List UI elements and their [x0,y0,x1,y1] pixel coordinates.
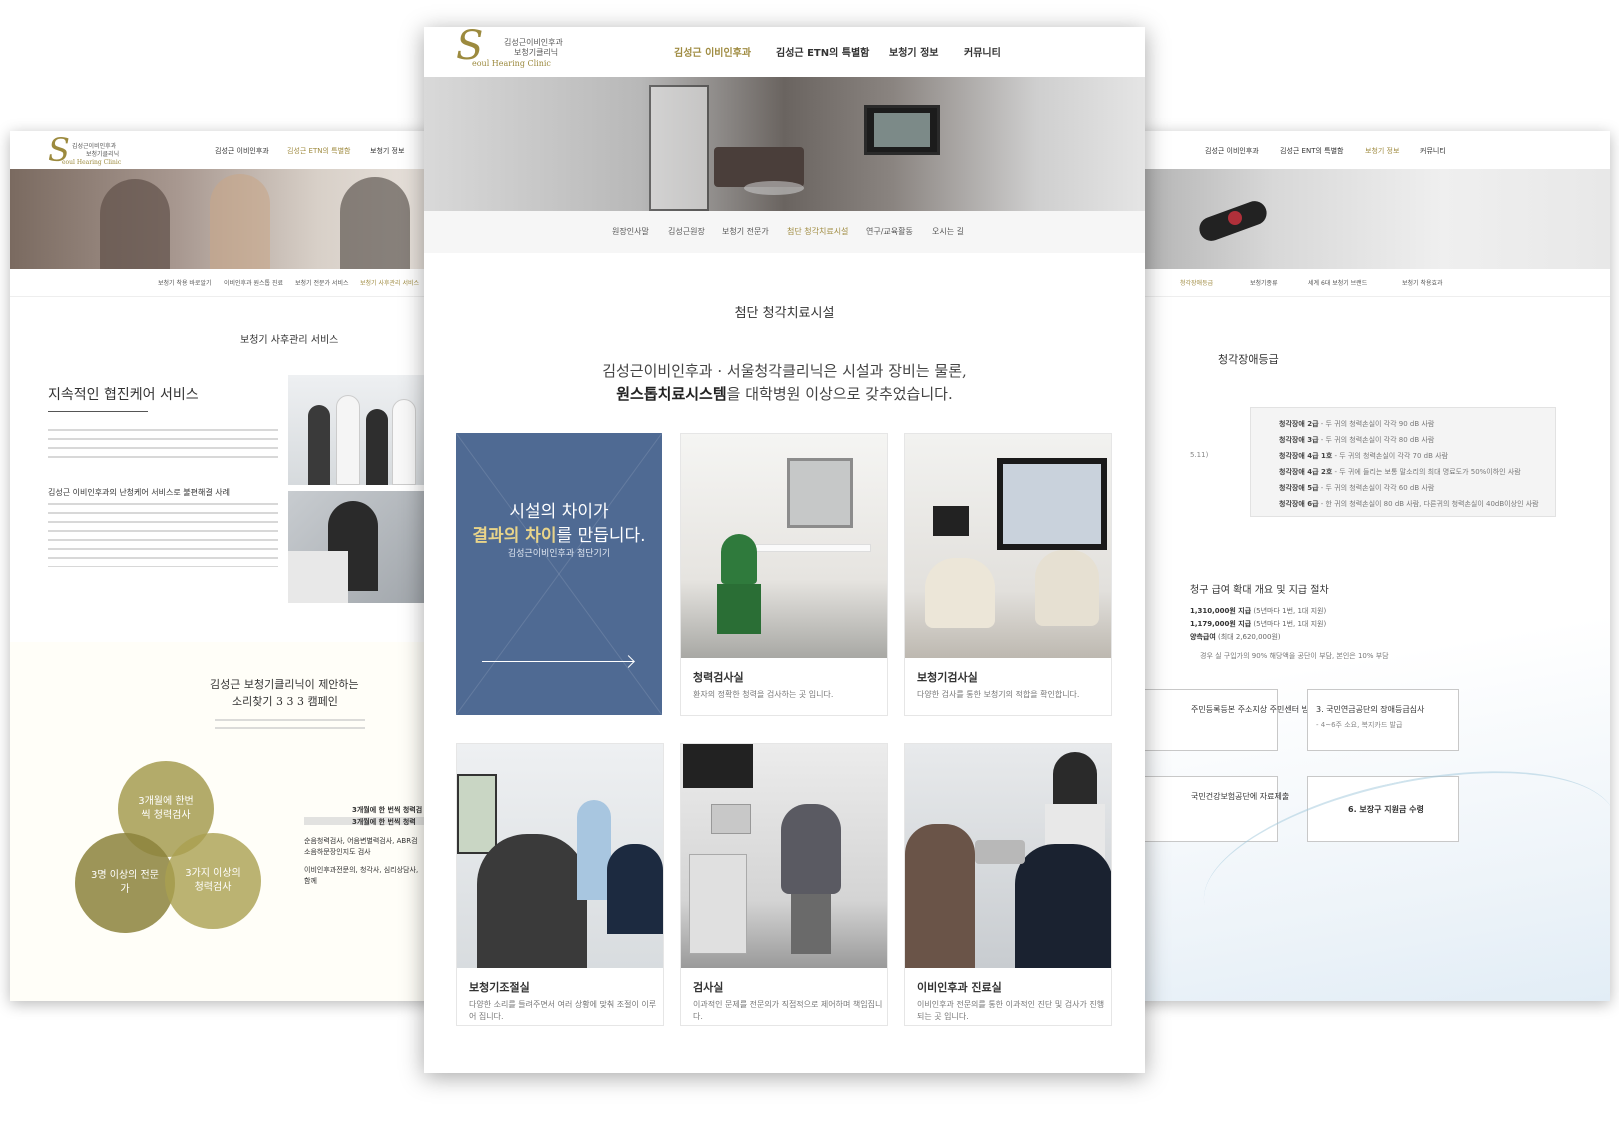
circle-3experts: 3명 이상의 전문가 [75,833,175,933]
card-desc: 이과적인 문제를 전문의가 직접적으로 제어하며 책임집니다. [693,1000,883,1021]
subnav-item[interactable]: 원장인사말 [612,226,649,237]
campaign-bold-line2: 3개월에 한 번씩 청력 [352,818,416,826]
subnav-item[interactable]: 보청기종류 [1250,278,1278,287]
nav-community[interactable]: 커뮤니티 [964,44,1001,59]
card-title: 청력검사실 [693,671,744,684]
facility-card[interactable]: 검사실 이과적인 문제를 전문의가 직접적으로 제어하며 책임집니다. [680,743,888,1026]
card-title: 검사실 [693,981,724,994]
right-section-title: 청각장애등급 [1218,353,1279,366]
left-case-heading: 김성근 이비인후과의 난청케어 서비스로 불편해결 사례 [48,488,230,497]
subnav-item[interactable]: 연구/교육활동 [866,226,913,237]
logo-en: eoul Hearing Clinic [62,159,122,166]
level-row: 청각장애 4급 1호 - 두 귀의 청력손실이 각각 70 dB 사람 [1279,452,1449,460]
facility-card[interactable]: 보청기조절실 다양한 소리를 들려주면서 여러 상황에 맞춰 조절이 이루어 집… [456,743,664,1026]
circle-3tests: 3가지 이상의 청력검사 [165,833,261,929]
fitting-room-photo [457,744,663,968]
subnav-item[interactable]: 김성근원장 [668,226,705,237]
disability-level-box: 청각장애 2급 - 두 귀의 청력손실이 각각 90 dB 사람 청각장애 3급… [1250,407,1556,517]
level-row: 청각장애 4급 2호 - 두 귀에 들리는 보통 말소리의 최대 명료도가 50… [1279,468,1521,476]
amount-footer: 경우 실 구입가의 90% 해당액을 공단이 부담, 본인은 10% 부담 [1200,652,1389,660]
logo-en: eoul Hearing Clinic [472,59,551,68]
facility-banner: 시설의 차이가 결과의 차이를 만듭니다. 김성근이비인후과 첨단기기 [456,433,662,715]
center-page-preview: S 김성근이비인후과 보청기클리닉 eoul Hearing Clinic 김성… [424,27,1145,1073]
center-logo[interactable]: S 김성근이비인후과 보청기클리닉 eoul Hearing Clinic [456,27,566,73]
facility-card[interactable]: 청력검사실 환자의 정확한 청력을 검사하는 곳 입니다. [680,433,888,716]
center-header: S 김성근이비인후과 보청기클리닉 eoul Hearing Clinic 김성… [424,27,1145,77]
center-subnav: 원장인사말 김성근원장 보청기 전문가 첨단 청각치료시설 연구/교육활동 오시… [424,211,1145,253]
left-heading: 지속적인 협진케어 서비스 [48,387,199,403]
hearing-aid-test-room-photo [905,434,1111,658]
subnav-item-active[interactable]: 첨단 청각치료시설 [787,226,848,237]
subnav-item[interactable]: 보청기 전문가 [722,226,769,237]
banner-diagonal-lines [456,433,662,715]
card-desc: 환자의 정확한 청력을 검사하는 곳 입니다. [693,690,834,699]
card-title: 보청기조절실 [469,981,530,994]
subnav-item-active[interactable]: 보청기 사후관리 서비스 [360,278,419,287]
left-section-title: 보청기 사후관리 서비스 [240,335,339,346]
center-intro-line1: 김성근이비인후과 · 서울청각클리닉은 시설과 장비는 물론, [602,362,967,380]
card-title: 이비인후과 진료실 [917,981,1002,994]
card-title: 보청기검사실 [917,671,978,684]
left-para-block-2 [48,503,278,567]
banner-line1: 시설의 차이가 [509,502,609,522]
nav-kimsunggeun-ent[interactable]: 김성근 이비인후과 [215,146,269,156]
left-logo[interactable]: S 김성근이비인후과 보청기클리닉 eoul Hearing Clinic [48,131,138,171]
level-row: 청각장애 6급 - 한 귀의 청력손실이 80 dB 사람, 다른귀의 청력손실… [1279,500,1539,508]
nav-hearing-aid-info[interactable]: 보청기 정보 [370,146,404,156]
campaign-bold-line: 3개월에 한 번씩 청력검 [352,806,423,814]
campaign-line-c: 이비인후과전문의, 청각사, 심리상담사, [304,866,419,874]
nav-community[interactable]: 커뮤니티 [1420,146,1446,156]
center-section-title: 첨단 청각치료시설 [734,306,835,321]
procedure-title: 청구 급여 확대 개요 및 지급 절차 [1190,585,1329,596]
campaign-line-b: 소음하문장인지도 검사 [304,848,371,856]
campaign-desc [215,719,365,735]
subnav-item[interactable]: 오시는 길 [932,226,964,237]
nav-hearing-aid-info[interactable]: 보청기 정보 [1365,146,1399,156]
subnav-item[interactable]: 보청기 전문가 서비스 [295,278,349,287]
logo-line2: 보청기클리닉 [514,48,559,57]
audiometry-room-photo [681,434,887,658]
facility-card[interactable]: 보청기검사실 다양한 검사를 통한 보청기의 적합을 확인합니다. [904,433,1112,716]
banner-sub: 김성근이비인후과 첨단기기 [507,549,611,559]
banner-line2: 결과의 차이를 만듭니다. [472,526,646,546]
center-hero-image [424,77,1145,211]
nav-ent-special[interactable]: 김성근 ENT의 특별함 [1280,146,1343,156]
campaign-title-line1: 김성근 보청기클리닉이 제안하는 [210,678,359,691]
nav-etn-special[interactable]: 김성근 ETN의 특별함 [776,44,869,59]
facility-card[interactable]: 이비인후과 진료실 이비인후과 전문의를 통한 이과적인 진단 및 검사가 진행… [904,743,1112,1026]
level-row: 청각장애 3급 - 두 귀의 청력손실이 각각 80 dB 사람 [1279,436,1435,444]
level-row: 청각장애 5급 - 두 귀의 청력손실이 각각 60 dB 사람 [1279,484,1435,492]
subnav-item[interactable]: 이비인후과 원스톱 진료 [224,278,283,287]
heading-underline [48,411,148,412]
subnav-item[interactable]: 보청기 착용 바로알기 [158,278,212,287]
card-desc: 이비인후과 전문의를 통한 이과적인 진단 및 검사가 진행되는 곳 입니다. [917,1000,1105,1021]
banner-arrow-line[interactable] [482,661,634,662]
procedure-step-2: 주민등록등본 주소지상 주민센터 방문 [1142,689,1316,751]
procedure-step-3: 3. 국민연금공단의 장애등급심사 - 4~6주 소요, 복지카드 발급 [1307,689,1459,751]
logo-line2: 보청기클리닉 [86,151,120,158]
ent-clinic-room-photo [905,744,1111,968]
exam-room-photo [681,744,887,968]
amount-line-1: 1,310,000원 지급 (5년마다 1번, 1대 지원) [1190,607,1327,615]
nav-etn-special[interactable]: 김성근 ETN의 특별함 [287,146,350,156]
subnav-item[interactable]: 보청기 착용효과 [1402,278,1443,287]
campaign-line-a: 순음청력검사, 어음변별력검사, ABR검 [304,837,418,845]
nav-kimsunggeun-ent[interactable]: 김성근 이비인후과 [1205,146,1259,156]
nav-hearing-aid-info[interactable]: 보청기 정보 [889,44,938,59]
campaign-title-line2: 소리찾기 3 3 3 캠페인 [232,695,338,708]
campaign-line-d: 함께 [304,877,317,885]
card-desc: 다양한 검사를 통한 보청기의 적합을 확인합니다. [917,690,1080,699]
subnav-item-active[interactable]: 청각장애등급 [1180,278,1213,287]
card-desc: 다양한 소리를 들려주면서 여러 상황에 맞춰 조절이 이루어 집니다. [469,1000,657,1021]
nav-kimsunggeun-ent[interactable]: 김성근 이비인후과 [674,44,751,59]
level-row: 청각장애 2급 - 두 귀의 청력손실이 각각 90 dB 사람 [1279,420,1435,428]
amount-line-3: 양측급여 (최대 2,620,000원) [1190,633,1281,641]
amount-line-2: 1,179,000원 지급 (5년마다 1번, 1대 지원) [1190,620,1327,628]
center-intro-line2: 원스톱치료시스템을 대학병원 이상으로 갖추었습니다. [616,385,953,403]
right-date-fragment: 5.11) [1190,451,1209,459]
left-para-block [48,429,278,465]
subnav-item[interactable]: 세계 6대 보청기 브랜드 [1308,278,1367,287]
